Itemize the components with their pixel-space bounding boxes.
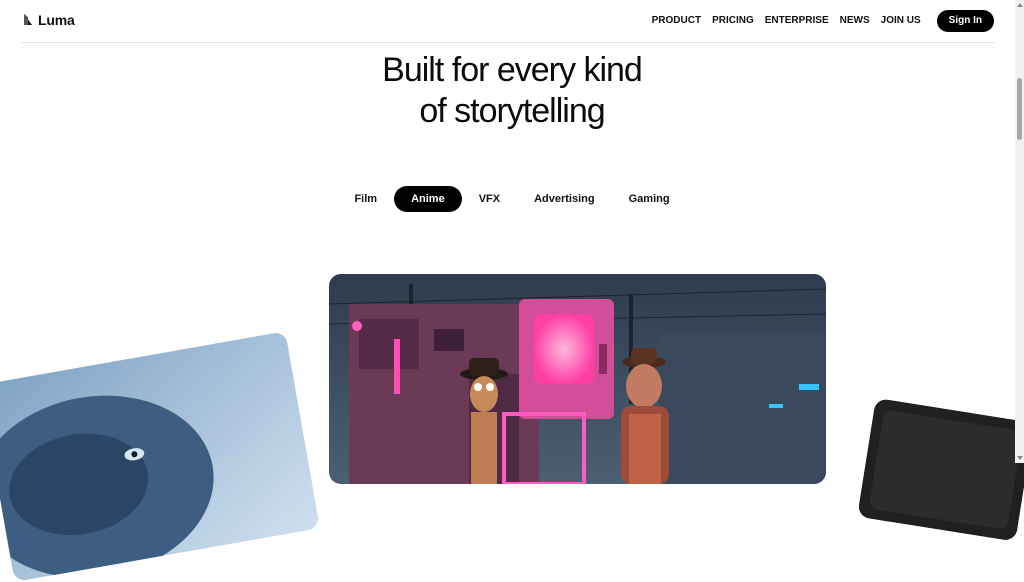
tab-anime[interactable]: Anime [394,186,462,212]
hero-line-2: of storytelling [419,92,605,130]
scroll-up-arrow-icon[interactable] [1017,3,1023,7]
scroll-down-arrow-icon[interactable] [1017,456,1023,460]
page-scrollbar[interactable] [1015,0,1024,463]
logo[interactable]: Luma [22,12,75,28]
hero-heading: Built for every kind of storytelling [0,50,1024,132]
nav-pricing[interactable]: PRICING [712,10,754,32]
sign-in-button[interactable]: Sign In [936,10,994,32]
blue-creature-image[interactable] [0,331,321,582]
luma-logo-icon [24,14,32,25]
hero-line-1: Built for every kind [382,51,643,89]
logo-text: Luma [38,12,75,28]
tab-vfx[interactable]: VFX [462,186,517,212]
nav-enterprise[interactable]: ENTERPRISE [765,10,829,32]
dark-device-image[interactable] [857,398,1024,542]
scrollbar-thumb[interactable] [1017,78,1022,140]
tab-advertising[interactable]: Advertising [517,186,612,212]
main-nav: PRODUCT PRICING ENTERPRISE NEWS JOIN US … [641,10,994,32]
nav-news[interactable]: NEWS [840,10,870,32]
category-tabs: Film Anime VFX Advertising Gaming [0,186,1024,212]
tab-gaming[interactable]: Gaming [612,186,687,212]
tab-film[interactable]: Film [337,186,394,212]
nav-join-us[interactable]: JOIN US [881,10,921,32]
nav-product[interactable]: PRODUCT [652,10,701,32]
site-header: Luma PRODUCT PRICING ENTERPRISE NEWS JOI… [22,0,994,43]
neon-anime-characters-image[interactable] [329,274,826,484]
